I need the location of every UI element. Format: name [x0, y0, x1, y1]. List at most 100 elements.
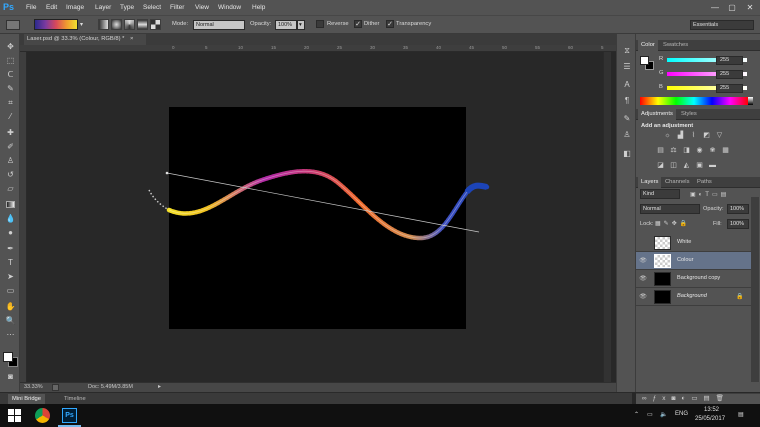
menu-edit[interactable]: Edit: [46, 0, 57, 15]
tool-presets-panel-icon[interactable]: ◧: [622, 149, 632, 159]
menu-filter[interactable]: Filter: [170, 0, 184, 15]
color-fg-swatch[interactable]: [640, 56, 649, 65]
marquee-tool-icon[interactable]: ⬚: [5, 56, 16, 66]
lock-icons[interactable]: ▦✎✥🔒: [655, 220, 690, 227]
menu-file[interactable]: File: [26, 0, 36, 15]
quick-select-tool-icon[interactable]: ✎: [5, 84, 16, 94]
tab-mini-bridge[interactable]: Mini Bridge: [8, 394, 45, 404]
curves-icon[interactable]: ⌇: [689, 132, 698, 140]
hue-saturation-icon[interactable]: ▤: [656, 147, 665, 155]
menu-help[interactable]: Help: [252, 0, 265, 15]
layer-filter-icons[interactable]: ▣◐T▭▤: [690, 191, 729, 198]
properties-panel-icon[interactable]: ☰: [622, 62, 632, 72]
tab-styles[interactable]: Styles: [678, 109, 700, 120]
type-tool-icon[interactable]: T: [5, 258, 16, 268]
quick-mask-icon[interactable]: ◙: [5, 372, 16, 382]
fill-input[interactable]: 100%: [727, 219, 749, 229]
eye-icon[interactable]: 👁: [639, 293, 647, 301]
exposure-icon[interactable]: ◩: [702, 132, 711, 140]
menu-layer[interactable]: Layer: [95, 0, 111, 15]
network-icon[interactable]: ▭: [647, 411, 653, 418]
radial-gradient-button[interactable]: [111, 19, 122, 30]
green-value[interactable]: 255: [716, 70, 743, 79]
tab-swatches[interactable]: Swatches: [660, 40, 691, 51]
clone-source-panel-icon[interactable]: ♙: [622, 130, 632, 140]
history-panel-icon[interactable]: ⧖: [622, 46, 632, 56]
zoom-tool-icon[interactable]: 🔍: [5, 316, 16, 326]
threshold-icon[interactable]: ◭: [682, 162, 691, 170]
pen-tool-icon[interactable]: ✒: [5, 244, 16, 254]
horizontal-ruler[interactable]: 0 5 10 15 20 25 30 35 40 45 50 55 60 5: [20, 45, 632, 52]
menu-image[interactable]: Image: [66, 0, 84, 15]
chevron-down-icon[interactable]: ▾: [80, 21, 83, 28]
vertical-ruler[interactable]: [20, 52, 27, 382]
blend-mode-select[interactable]: Normal: [640, 204, 700, 214]
photoshop-taskbar-icon[interactable]: Ps: [62, 408, 77, 423]
gradient-map-icon[interactable]: ▬: [708, 162, 717, 170]
clock-date[interactable]: 25/05/2017: [695, 416, 725, 422]
eye-icon[interactable]: 👁: [639, 275, 647, 283]
invert-icon[interactable]: ◪: [656, 162, 665, 170]
tab-channels[interactable]: Channels: [662, 177, 693, 188]
export-icon[interactable]: [52, 384, 59, 391]
brightness-contrast-icon[interactable]: ☼: [663, 132, 672, 140]
layer-row-colour[interactable]: 👁 Colour: [636, 252, 751, 270]
color-lookup-icon[interactable]: ▦: [721, 147, 730, 155]
history-brush-tool-icon[interactable]: ↺: [5, 170, 16, 180]
menu-type[interactable]: Type: [120, 0, 134, 15]
opacity-dropdown-button[interactable]: ▾: [297, 20, 305, 30]
selective-color-icon[interactable]: ▣: [695, 162, 704, 170]
dodge-tool-icon[interactable]: ●: [5, 228, 16, 238]
levels-icon[interactable]: ▟: [676, 132, 685, 140]
blur-tool-icon[interactable]: 💧: [5, 214, 16, 224]
minimize-button[interactable]: —: [707, 0, 723, 15]
channel-mixer-icon[interactable]: ❀: [708, 147, 717, 155]
angle-gradient-button[interactable]: [124, 19, 135, 30]
language-indicator[interactable]: ENG: [675, 411, 688, 417]
rectangle-tool-icon[interactable]: ▭: [5, 286, 16, 296]
eyedropper-tool-icon[interactable]: ⁄: [5, 112, 16, 122]
mode-select[interactable]: Normal: [193, 20, 245, 30]
reverse-checkbox[interactable]: [316, 20, 324, 28]
crop-tool-icon[interactable]: ⌗: [5, 98, 16, 108]
eye-icon[interactable]: 👁: [639, 257, 647, 265]
action-center-icon[interactable]: ▤: [738, 411, 744, 418]
blue-value[interactable]: 255: [716, 84, 743, 93]
windows-start-icon[interactable]: [8, 409, 21, 422]
foreground-color-swatch[interactable]: [3, 352, 13, 362]
red-value[interactable]: 255: [716, 56, 743, 65]
close-tab-icon[interactable]: ×: [130, 36, 133, 42]
volume-icon[interactable]: 🔈: [660, 411, 667, 418]
color-spectrum-ramp[interactable]: [640, 97, 748, 105]
posterize-icon[interactable]: ◫: [669, 162, 678, 170]
healing-brush-tool-icon[interactable]: ✚: [5, 128, 16, 138]
workspace-select[interactable]: Essentials: [690, 20, 754, 30]
layer-row-white[interactable]: White: [636, 234, 751, 252]
brush-panel-icon[interactable]: ✎: [622, 114, 632, 124]
layer-opacity-input[interactable]: 100%: [727, 204, 749, 214]
more-tools-icon[interactable]: ⋯: [5, 330, 16, 340]
black-white-icon[interactable]: ◨: [682, 147, 691, 155]
vibrance-icon[interactable]: ▽: [715, 132, 724, 140]
clock-time[interactable]: 13:52: [704, 407, 719, 413]
tab-layers[interactable]: Layers: [638, 177, 662, 188]
status-menu-icon[interactable]: ▸: [158, 383, 161, 392]
zoom-level[interactable]: 33.33%: [24, 383, 43, 392]
eraser-tool-icon[interactable]: ▱: [5, 184, 16, 194]
diamond-gradient-button[interactable]: [150, 19, 161, 30]
character-panel-icon[interactable]: A: [622, 80, 632, 90]
path-selection-tool-icon[interactable]: ➤: [5, 272, 16, 282]
paragraph-panel-icon[interactable]: ¶: [622, 96, 632, 106]
chrome-icon[interactable]: [35, 408, 50, 423]
photo-filter-icon[interactable]: ◉: [695, 147, 704, 155]
menu-view[interactable]: View: [195, 0, 209, 15]
hand-tool-icon[interactable]: ✋: [5, 302, 16, 312]
move-tool-icon[interactable]: ✥: [5, 42, 16, 52]
clone-stamp-tool-icon[interactable]: ♙: [5, 156, 16, 166]
tab-color[interactable]: Color: [638, 40, 658, 51]
opacity-input[interactable]: 100%: [275, 20, 297, 30]
layers-scrollbar[interactable]: [751, 197, 759, 382]
brush-tool-icon[interactable]: ✐: [5, 142, 16, 152]
visibility-toggle-empty[interactable]: [639, 239, 647, 247]
tab-paths[interactable]: Paths: [694, 177, 715, 188]
